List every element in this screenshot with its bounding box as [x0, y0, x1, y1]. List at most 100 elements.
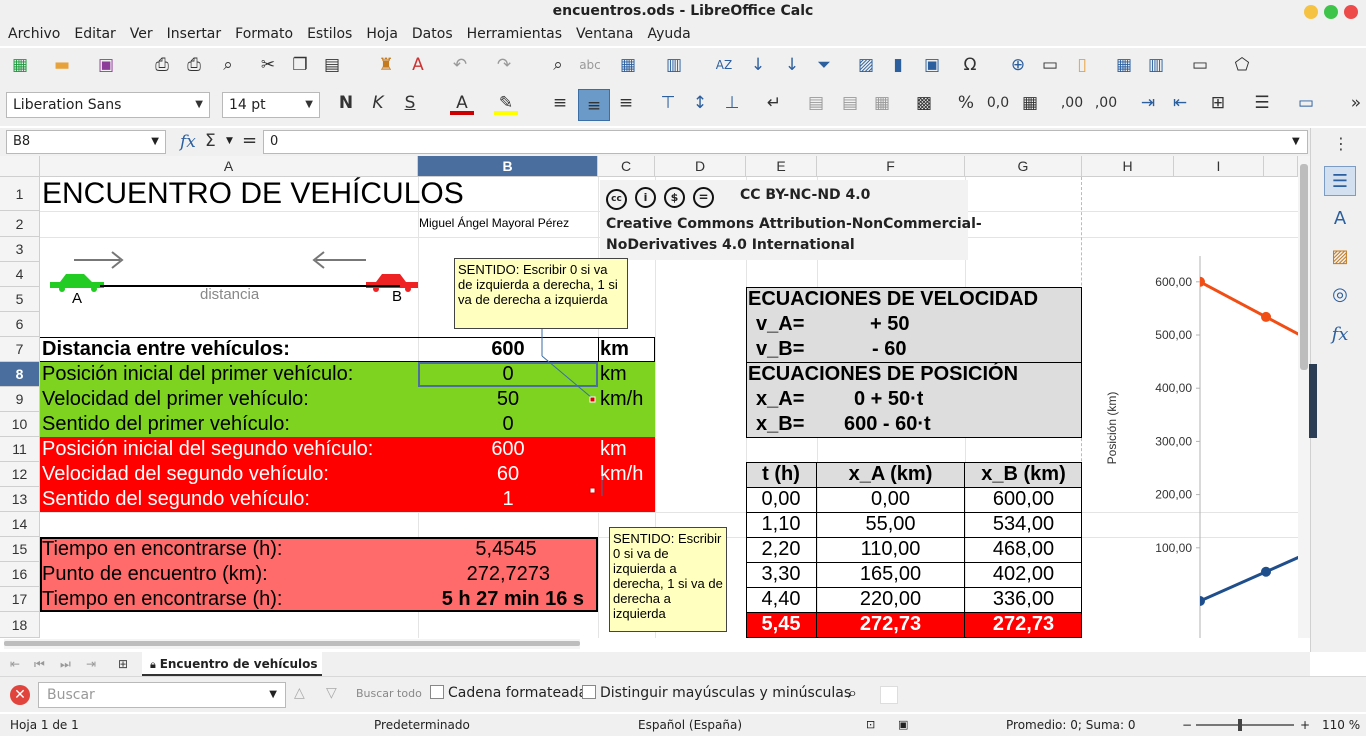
date-format-icon[interactable]: ▦	[1018, 91, 1042, 115]
next-sheet-icon[interactable]: ⏭	[60, 652, 71, 676]
italic-icon[interactable]: K	[366, 91, 390, 115]
currency-format-icon[interactable]: ▩	[912, 91, 936, 115]
find-previous-icon[interactable]: △	[294, 685, 305, 701]
language[interactable]: Español (España)	[638, 714, 742, 736]
column-header-h[interactable]: H	[1082, 156, 1174, 177]
search-input[interactable]: Buscar ▼	[38, 682, 286, 708]
undo-icon[interactable]: ↶	[448, 53, 472, 77]
menu-archivo[interactable]: Archivo	[0, 22, 66, 46]
autofilter-icon[interactable]: ⏷	[812, 53, 836, 77]
checkbox-box[interactable]	[430, 685, 444, 699]
prev-sheet-icon[interactable]: ⏮	[34, 652, 45, 676]
align-right-icon[interactable]: ≡	[614, 91, 638, 115]
menu-ayuda[interactable]: Ayuda	[640, 22, 697, 46]
column-header-b[interactable]: B	[418, 156, 598, 177]
merge-center-icon[interactable]: ▤	[838, 91, 862, 115]
row-header-12[interactable]: 12	[0, 462, 40, 487]
borders-icon[interactable]: ⊞	[1206, 91, 1230, 115]
gallery-icon[interactable]: ▨	[1324, 242, 1356, 272]
menu-ver[interactable]: Ver	[122, 22, 159, 46]
decrease-indent-icon[interactable]: ⇤	[1168, 91, 1192, 115]
expand-formula-icon[interactable]: ▼	[1292, 136, 1300, 147]
highlight-color-icon[interactable]: ✎	[494, 91, 518, 115]
chevron-down-icon[interactable]: ▼	[269, 689, 277, 700]
clone-formatting-icon[interactable]: ♜	[374, 53, 398, 77]
select-all-corner[interactable]	[0, 156, 40, 177]
special-character-icon[interactable]: Ω	[958, 53, 982, 77]
row-header-9[interactable]: 9	[0, 387, 40, 412]
toolbar-overflow-icon[interactable]: »	[1344, 91, 1366, 115]
delete-decimal-icon[interactable]: ,00	[1094, 91, 1118, 115]
last-sheet-icon[interactable]: ⇥	[86, 652, 96, 676]
increase-indent-icon[interactable]: ⇥	[1136, 91, 1160, 115]
page-style[interactable]: Predeterminado	[374, 714, 470, 736]
row-header-2[interactable]: 2	[0, 211, 40, 237]
horizontal-scrollbar[interactable]	[4, 639, 580, 649]
insert-image-icon[interactable]: ▨	[854, 53, 878, 77]
find-replace-icon[interactable]: ⌕	[546, 53, 570, 77]
comment-note-direction-1[interactable]: SENTIDO: Escribir 0 si va de izquierda a…	[454, 258, 628, 329]
zoom-out-icon[interactable]: −	[1182, 714, 1192, 736]
column-header-a[interactable]: A	[40, 156, 418, 177]
row-header-8[interactable]: 8	[0, 362, 40, 387]
wrap-text-icon[interactable]: ↵	[762, 91, 786, 115]
number-format-icon[interactable]: 0,0	[986, 91, 1010, 115]
selection-mode-icon[interactable]: ⊡	[866, 714, 875, 736]
sum-icon[interactable]: Σ	[205, 131, 216, 151]
save-icon[interactable]: ▣	[94, 53, 118, 77]
clear-formatting-icon[interactable]: A	[406, 53, 430, 77]
function-wizard-icon[interactable]: fx	[180, 132, 196, 152]
freeze-rows-icon[interactable]: ▥	[1144, 53, 1168, 77]
column-header-g[interactable]: G	[965, 156, 1082, 177]
formatted-string-checkbox[interactable]: Cadena formateada	[430, 685, 587, 701]
print-icon[interactable]: ⎙	[182, 53, 206, 77]
split-window-icon[interactable]: ▭	[1188, 53, 1212, 77]
pivot-table-icon[interactable]: ▣	[920, 53, 944, 77]
define-print-area-icon[interactable]: ▦	[1112, 53, 1136, 77]
unmerge-cells-icon[interactable]: ▦	[870, 91, 894, 115]
row-icon[interactable]: ▦	[616, 53, 640, 77]
border-color-icon[interactable]: ▭	[1294, 91, 1318, 115]
row-header-18[interactable]: 18	[0, 612, 40, 638]
zoom-in-icon[interactable]: +	[1300, 714, 1310, 736]
maximize-button[interactable]	[1324, 5, 1338, 19]
row-header-1[interactable]: 1	[0, 177, 40, 211]
comment-icon[interactable]: ▭	[1038, 53, 1062, 77]
find-all-button[interactable]: Buscar todo	[356, 687, 422, 700]
menu-estilos[interactable]: Estilos	[299, 22, 358, 46]
close-button[interactable]	[1344, 5, 1358, 19]
copy-icon[interactable]: ❐	[288, 53, 312, 77]
border-style-icon[interactable]: ☰	[1250, 91, 1274, 115]
navigator-icon[interactable]: ◎	[1324, 280, 1356, 310]
scrollbar-thumb[interactable]	[1300, 164, 1308, 370]
match-case-checkbox[interactable]: Distinguir mayúsculas y minúsculas	[582, 685, 851, 701]
merge-cells-icon[interactable]: ▤	[804, 91, 828, 115]
column-header-e[interactable]: E	[746, 156, 817, 177]
row-header-16[interactable]: 16	[0, 562, 40, 587]
header-footer-icon[interactable]: ▯	[1070, 53, 1094, 77]
name-box[interactable]: B8 ▼	[6, 130, 166, 154]
row-header-15[interactable]: 15	[0, 537, 40, 562]
column-header-f[interactable]: F	[817, 156, 965, 177]
row-header-11[interactable]: 11	[0, 437, 40, 462]
find-replace-dialog-icon[interactable]: ⌕	[848, 683, 857, 703]
print-preview-icon[interactable]: ⌕	[216, 53, 240, 77]
menu-insertar[interactable]: Insertar	[159, 22, 228, 46]
row-header-14[interactable]: 14	[0, 512, 40, 537]
row-header-6[interactable]: 6	[0, 312, 40, 337]
sidebar-collapse-handle[interactable]	[1309, 364, 1317, 438]
center-vertically-icon[interactable]: ↕	[688, 91, 712, 115]
underline-icon[interactable]: S	[398, 91, 422, 115]
chevron-down-icon[interactable]: ▼	[226, 136, 233, 146]
font-color-icon[interactable]: A	[450, 91, 474, 115]
column-header-c[interactable]: C	[598, 156, 655, 177]
row-header-17[interactable]: 17	[0, 587, 40, 612]
insert-chart-icon[interactable]: ▮	[886, 53, 910, 77]
position-chart[interactable]: 100,00200,00300,00400,00500,00600,00700,…	[1084, 256, 1298, 638]
row-header-13[interactable]: 13	[0, 487, 40, 512]
row-header-10[interactable]: 10	[0, 412, 40, 437]
spelling-icon[interactable]: abc	[578, 53, 602, 77]
close-find-bar-icon[interactable]: ✕	[10, 685, 30, 705]
open-folder-icon[interactable]: ▬	[50, 53, 74, 77]
row-header-3[interactable]: 3	[0, 237, 40, 262]
